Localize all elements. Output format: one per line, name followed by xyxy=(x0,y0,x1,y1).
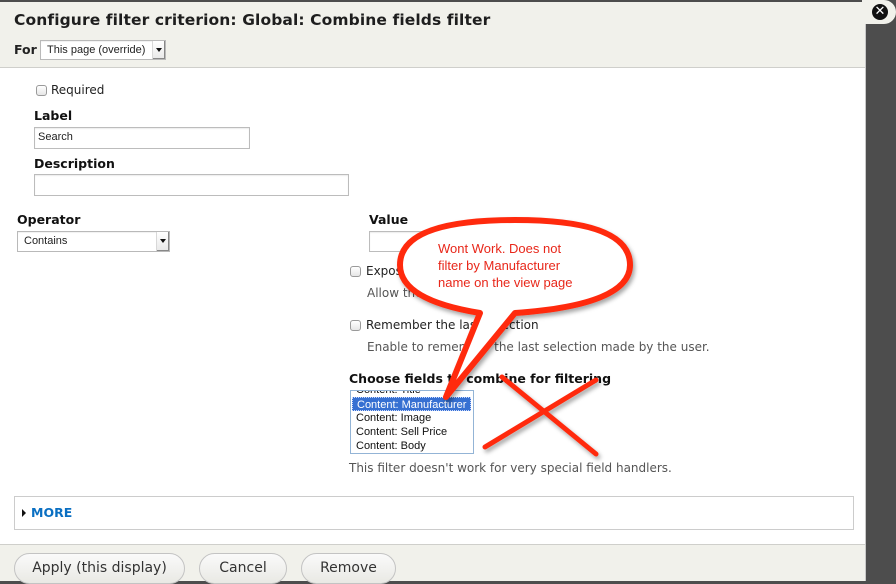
callout-line: filter by Manufacturer xyxy=(438,258,561,273)
apply-button[interactable]: Apply (this display) xyxy=(14,553,185,584)
description-heading: Description xyxy=(34,156,115,171)
fields-multiselect[interactable]: Content: Title Content: Manufacturer Con… xyxy=(350,390,474,454)
fields-option[interactable]: Content: Body xyxy=(352,439,430,453)
triangle-right-icon xyxy=(22,509,26,517)
label-input[interactable]: Search xyxy=(34,127,250,149)
remove-button[interactable]: Remove xyxy=(301,553,396,584)
more-fieldset: MORE xyxy=(14,496,854,530)
expose-label: Expose xyxy=(366,264,410,278)
required-checkbox[interactable] xyxy=(36,85,47,96)
remember-checkbox[interactable] xyxy=(350,320,361,331)
fields-heading: Choose fields to combine for filtering xyxy=(349,371,612,386)
more-toggle-link[interactable]: MORE xyxy=(31,505,72,520)
for-display-select-value: This page (override) xyxy=(47,44,146,56)
filter-config-dialog: Configure filter criterion: Global: Comb… xyxy=(0,2,866,584)
for-display-select[interactable]: This page (override) xyxy=(40,40,166,60)
operator-heading: Operator xyxy=(17,212,81,227)
fields-option-selected[interactable]: Content: Manufacturer xyxy=(352,397,472,411)
callout-text: Wont Work. Does not filter by Manufactur… xyxy=(438,240,598,291)
remember-description: Enable to remember the last selection ma… xyxy=(367,340,710,354)
dialog-header: Configure filter criterion: Global: Comb… xyxy=(0,2,865,68)
close-icon: ✕ xyxy=(872,4,888,20)
cancel-button[interactable]: Cancel xyxy=(199,553,287,584)
callout-line: name on the view page xyxy=(438,275,573,290)
expose-description: Allow the xyxy=(367,286,423,300)
fields-option[interactable]: Content: Sell Price xyxy=(352,425,451,439)
for-label: For xyxy=(14,42,37,57)
expose-checkbox[interactable] xyxy=(350,266,361,277)
remember-label: Remember the last selection xyxy=(366,318,539,332)
value-heading: Value xyxy=(369,212,409,227)
label-heading: Label xyxy=(34,108,73,123)
dialog-title: Configure filter criterion: Global: Comb… xyxy=(14,11,491,29)
fields-option[interactable]: Content: Image xyxy=(352,411,435,425)
fields-help-text: This filter doesn't work for very specia… xyxy=(349,461,672,475)
callout-line: Wont Work. Does not xyxy=(438,241,562,256)
description-input[interactable] xyxy=(34,174,349,196)
fields-option[interactable]: Content: Title xyxy=(352,391,425,397)
chevron-down-icon xyxy=(156,232,169,251)
required-label: Required xyxy=(51,83,105,97)
close-button[interactable]: ✕ xyxy=(862,0,896,24)
operator-select-value: Contains xyxy=(24,235,68,247)
operator-select[interactable]: Contains xyxy=(17,231,170,252)
chevron-down-icon xyxy=(152,41,165,59)
dialog-footer: Apply (this display) Cancel Remove xyxy=(0,544,865,584)
